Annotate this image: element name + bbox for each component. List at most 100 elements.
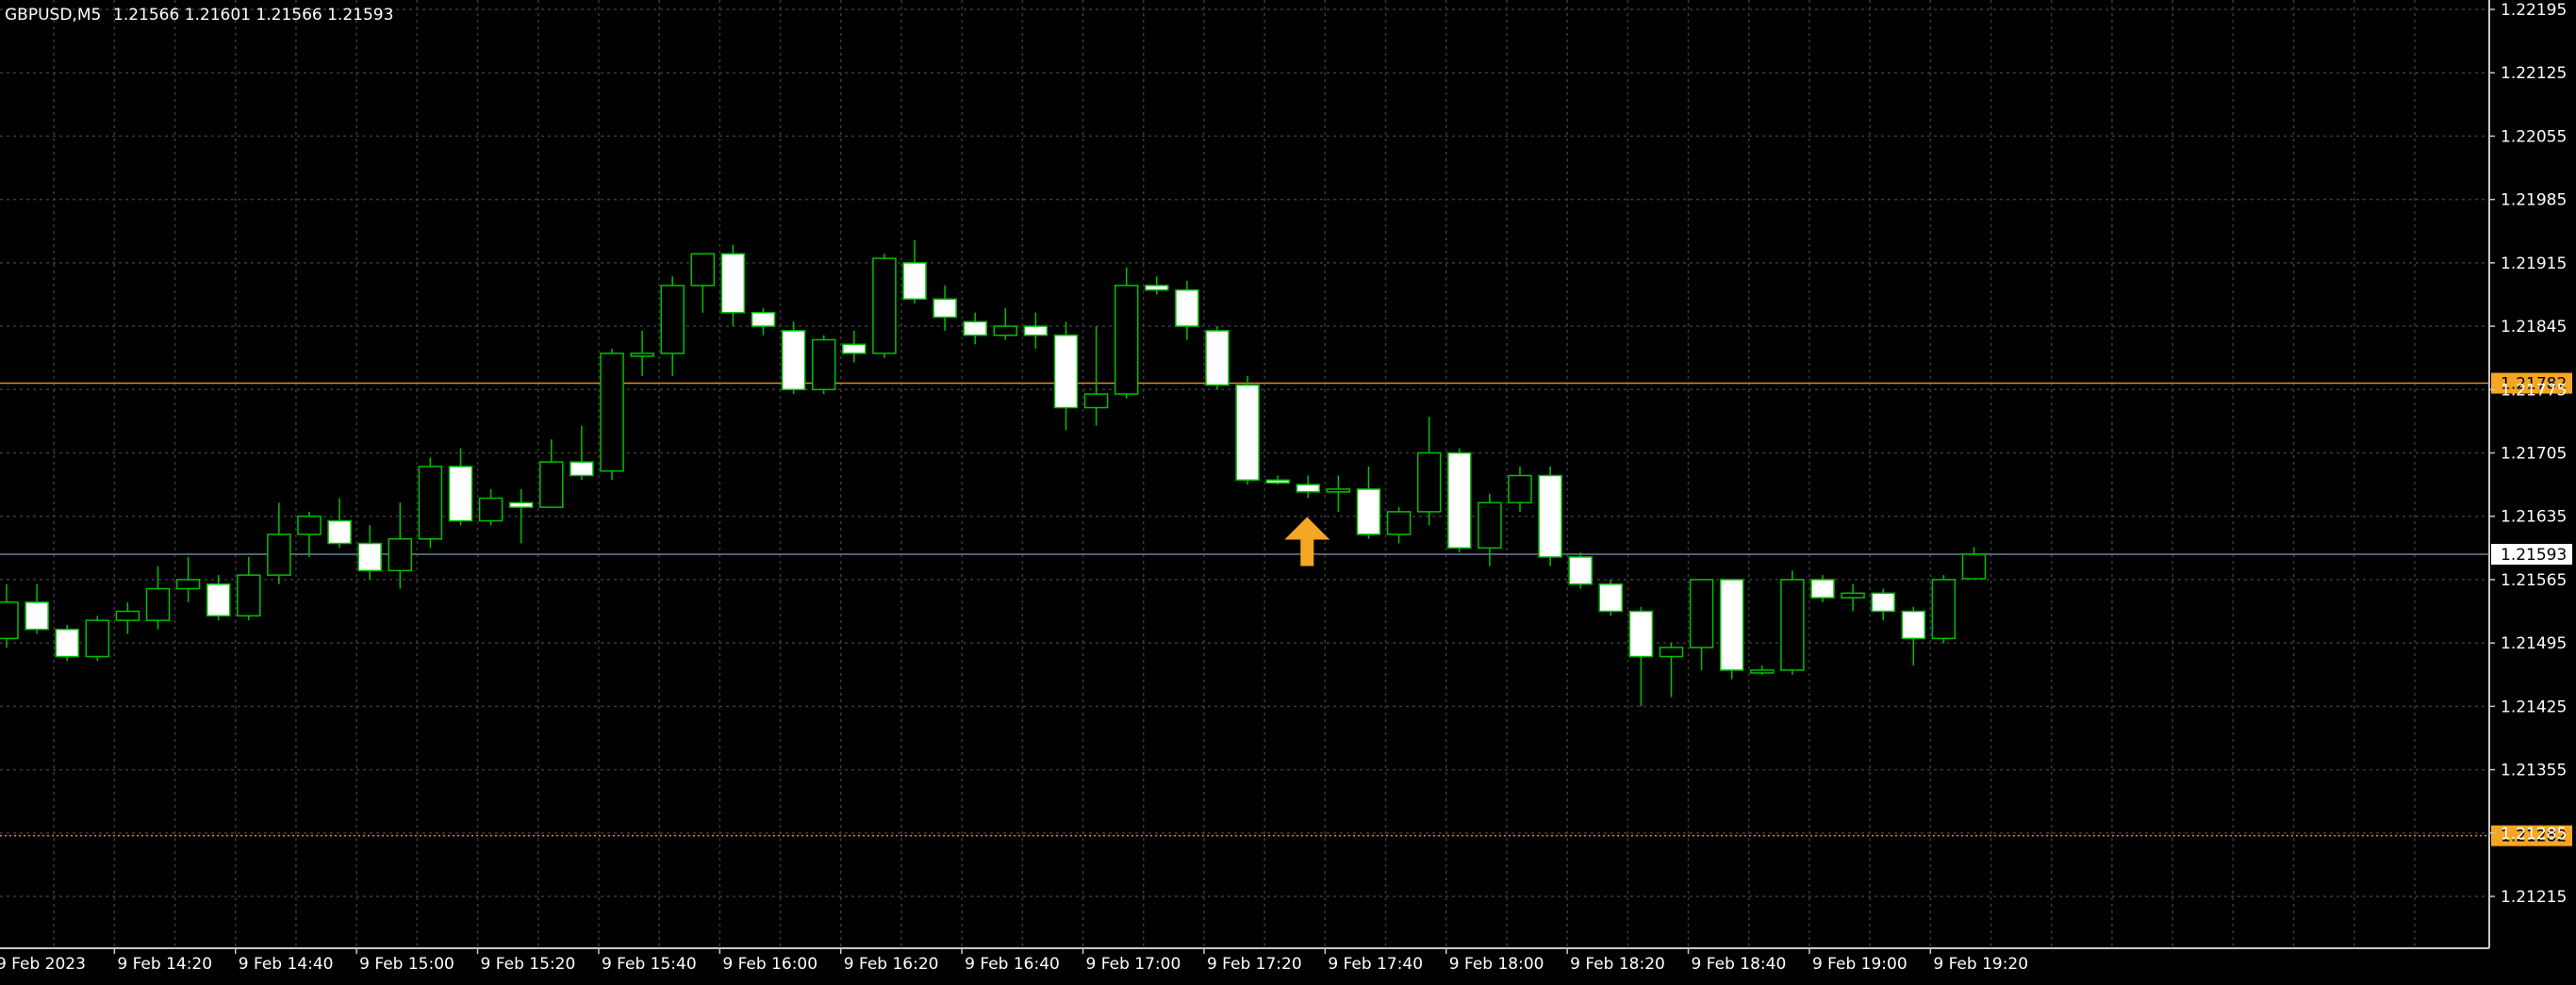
candle-body xyxy=(1386,511,1412,535)
candle-body xyxy=(781,330,806,391)
candle-body xyxy=(508,501,534,508)
candle-body xyxy=(85,619,110,658)
ohlc-values: 1.21566 1.21601 1.21566 1.21593 xyxy=(113,6,393,25)
candle-body xyxy=(1568,556,1593,585)
candle[interactable] xyxy=(1568,552,1593,589)
candle-body xyxy=(600,353,624,472)
chart-canvas[interactable]: 1.217821.212821.21593 1.221951.221251.22… xyxy=(0,0,2576,981)
candle-body xyxy=(993,325,1018,337)
candle-body xyxy=(1810,579,1835,599)
price-tick-label: 1.22055 xyxy=(2501,127,2567,146)
candle[interactable] xyxy=(1205,326,1230,390)
candle-body xyxy=(418,466,443,540)
candle-body xyxy=(811,338,836,391)
candle-body xyxy=(751,311,776,327)
candle[interactable] xyxy=(872,254,897,358)
price-chart[interactable]: 1.21782 1.21282 1.21593 1.22195 1.22125 1.22… xyxy=(0,0,2576,981)
candle-body xyxy=(1053,334,1079,409)
candle-body xyxy=(1326,488,1351,493)
time-tick-label: 9 Feb 15:20 xyxy=(481,955,576,974)
candle-body xyxy=(933,298,957,319)
candle-body xyxy=(1901,610,1926,640)
candle-body xyxy=(1023,325,1049,337)
candle-body xyxy=(0,601,19,640)
candle-body xyxy=(1780,579,1805,671)
candle-body xyxy=(1114,285,1139,395)
time-tick-label: 9 Feb 18:00 xyxy=(1449,955,1544,974)
candle-body xyxy=(1265,479,1290,484)
price-tick-label: 1.21775 xyxy=(2501,381,2567,400)
candle[interactable] xyxy=(1538,466,1562,566)
candle[interactable] xyxy=(55,624,79,662)
candle-body xyxy=(1356,488,1381,535)
candle[interactable] xyxy=(1810,575,1835,602)
candle-body xyxy=(1628,610,1654,658)
price-tick-label: 1.22125 xyxy=(2501,64,2567,83)
candle-body xyxy=(25,601,49,631)
candle-body xyxy=(297,515,322,535)
price-tick-label: 1.21845 xyxy=(2501,318,2567,337)
candle-body xyxy=(1719,579,1744,671)
candle-body xyxy=(206,583,231,617)
candle-body xyxy=(388,537,413,572)
candle-body xyxy=(1447,451,1472,550)
candle-body xyxy=(357,542,382,572)
price-tick-label: 1.21915 xyxy=(2501,254,2567,273)
candle-body xyxy=(1841,592,1865,599)
candle-body xyxy=(872,257,897,354)
price-tick-label: 1.21425 xyxy=(2501,698,2567,716)
time-tick-label: 9 Feb 14:20 xyxy=(117,955,212,974)
candle-body xyxy=(1598,583,1624,613)
candle-body xyxy=(1659,647,1684,658)
candle[interactable] xyxy=(418,457,443,549)
candle[interactable] xyxy=(1719,579,1744,680)
chart-background xyxy=(0,0,2576,981)
candle[interactable] xyxy=(85,616,110,662)
time-tick-label: 9 Feb 2023 xyxy=(0,955,86,974)
candle-body xyxy=(720,253,746,314)
candle-body xyxy=(175,579,201,590)
candle-body xyxy=(1478,501,1502,550)
time-tick-label: 9 Feb 17:00 xyxy=(1086,955,1181,974)
price-tick-label: 1.21285 xyxy=(2501,825,2567,844)
candle-body xyxy=(690,253,716,287)
price-tick-label: 1.21705 xyxy=(2501,444,2567,463)
price-tick-label: 1.22195 xyxy=(2501,1,2567,20)
candle-body xyxy=(1508,474,1532,504)
candle-body xyxy=(1175,288,1199,327)
candle-body xyxy=(842,343,867,354)
candle[interactable] xyxy=(1780,570,1805,675)
candle-body xyxy=(237,574,261,617)
candle-body xyxy=(478,497,504,522)
candle-body xyxy=(1961,553,1987,580)
time-tick-label: 9 Feb 17:40 xyxy=(1328,955,1423,974)
candle[interactable] xyxy=(1447,448,1472,553)
candle[interactable] xyxy=(1598,579,1624,616)
candle-body xyxy=(1083,393,1109,409)
candle[interactable] xyxy=(781,321,806,395)
price-tick-label: 1.21985 xyxy=(2501,191,2567,210)
candle-body xyxy=(1931,579,1957,640)
candle-body xyxy=(570,461,594,477)
candle[interactable] xyxy=(811,335,836,395)
bid-label: 1.21593 xyxy=(2501,546,2567,565)
candle-body xyxy=(1205,330,1230,386)
price-tick-label: 1.21495 xyxy=(2501,634,2567,653)
candle-body xyxy=(1689,579,1714,648)
price-tick-label: 1.21565 xyxy=(2501,571,2567,590)
candle-body xyxy=(115,610,140,621)
price-tick-label: 1.21635 xyxy=(2501,508,2567,527)
candle-body xyxy=(1871,592,1895,613)
candle-body xyxy=(1235,384,1260,482)
time-tick-label: 9 Feb 19:20 xyxy=(1933,955,2028,974)
candle[interactable] xyxy=(1931,575,1957,644)
candle-body xyxy=(902,262,927,301)
price-tick-label: 1.21215 xyxy=(2501,888,2567,907)
candle-body xyxy=(1145,285,1169,291)
candle[interactable] xyxy=(1114,267,1139,399)
candle[interactable] xyxy=(1235,375,1260,485)
candle[interactable] xyxy=(600,349,624,481)
time-tick-label: 9 Feb 15:40 xyxy=(602,955,697,974)
candle-body xyxy=(267,534,291,576)
time-tick-label: 9 Feb 18:40 xyxy=(1692,955,1787,974)
